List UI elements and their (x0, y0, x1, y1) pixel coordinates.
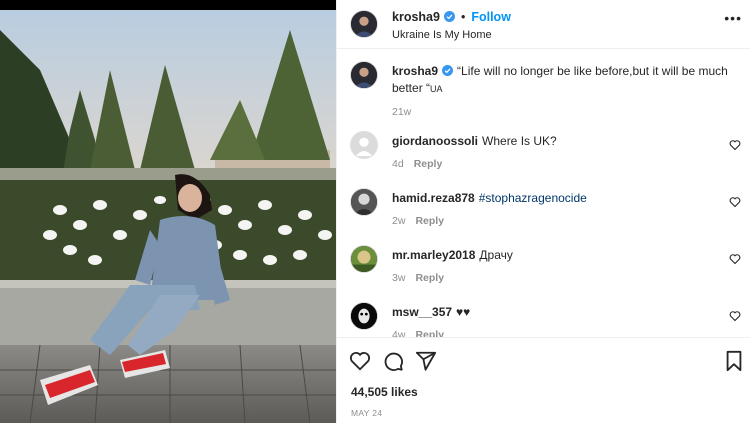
caption-time[interactable]: 21w (392, 104, 411, 121)
comment-username[interactable]: mr.marley2018 (392, 248, 475, 262)
comment-item: giordanoossoli Where Is UK? 4d Reply (350, 131, 745, 173)
photo-image (0, 10, 336, 423)
comment-item: hamid.reza878 #stophazragenocide 2w Reply (350, 188, 745, 230)
hashtag-link[interactable]: #stophazragenocide (479, 191, 587, 205)
commenter-avatar[interactable] (350, 188, 378, 216)
heart-icon[interactable] (349, 350, 371, 372)
instagram-post-modal: krosha9 • Follow Ukraine Is My Home ••• (0, 0, 750, 423)
caption-username[interactable]: krosha9 (392, 64, 438, 78)
post-photo[interactable] (0, 0, 336, 423)
separator-dot: • (460, 9, 466, 24)
follow-button[interactable]: Follow (471, 10, 511, 24)
comment-icon[interactable] (382, 350, 404, 372)
action-bar (337, 338, 750, 378)
comment-time[interactable]: 2w (392, 213, 405, 230)
like-comment-heart-icon[interactable] (729, 310, 741, 322)
comment-time[interactable]: 4w (392, 327, 405, 337)
comment-text: ♥♥ (456, 305, 471, 319)
reply-button[interactable]: Reply (415, 327, 444, 337)
like-comment-heart-icon[interactable] (729, 139, 741, 151)
verified-badge-icon (442, 65, 454, 76)
comments-list[interactable]: krosha9 “Life will no longer be like befo… (337, 50, 750, 337)
commenter-avatar[interactable] (350, 245, 378, 273)
reply-button[interactable]: Reply (415, 270, 444, 287)
reply-button[interactable]: Reply (414, 156, 443, 173)
caption-avatar[interactable] (350, 61, 378, 89)
flag-emoji: UA (430, 84, 443, 94)
post-location[interactable]: Ukraine Is My Home (392, 29, 511, 41)
post-actions: 44,505 likes MAY 24 (337, 337, 750, 423)
likes-count[interactable]: 44,505 likes (351, 385, 418, 399)
like-comment-heart-icon[interactable] (729, 196, 741, 208)
comment-time[interactable]: 4d (392, 156, 404, 173)
share-icon[interactable] (415, 350, 437, 372)
photo-top-bar (0, 0, 336, 10)
post-details-panel: krosha9 • Follow Ukraine Is My Home ••• (336, 0, 750, 423)
caption-item: krosha9 “Life will no longer be like befo… (350, 61, 745, 121)
verified-badge-icon (443, 11, 455, 22)
author-avatar[interactable] (350, 10, 378, 38)
comment-username[interactable]: msw__357 (392, 305, 452, 319)
comment-username[interactable]: giordanoossoli (392, 134, 478, 148)
comment-item: msw__357 ♥♥ 4w Reply (350, 302, 745, 337)
bookmark-icon[interactable] (723, 350, 745, 372)
more-options-icon[interactable]: ••• (724, 10, 742, 26)
author-username[interactable]: krosha9 (392, 10, 440, 24)
reply-button[interactable]: Reply (415, 213, 444, 230)
commenter-avatar[interactable] (350, 302, 378, 330)
post-date[interactable]: MAY 24 (351, 408, 382, 418)
commenter-avatar[interactable] (350, 131, 378, 159)
like-comment-heart-icon[interactable] (729, 253, 741, 265)
comment-username[interactable]: hamid.reza878 (392, 191, 475, 205)
post-header: krosha9 • Follow Ukraine Is My Home ••• (337, 0, 750, 49)
comment-text: Where Is UK? (482, 134, 557, 148)
comment-time[interactable]: 3w (392, 270, 405, 287)
comment-text: Драчу (479, 248, 513, 262)
comment-item: mr.marley2018 Драчу 3w Reply (350, 245, 745, 287)
